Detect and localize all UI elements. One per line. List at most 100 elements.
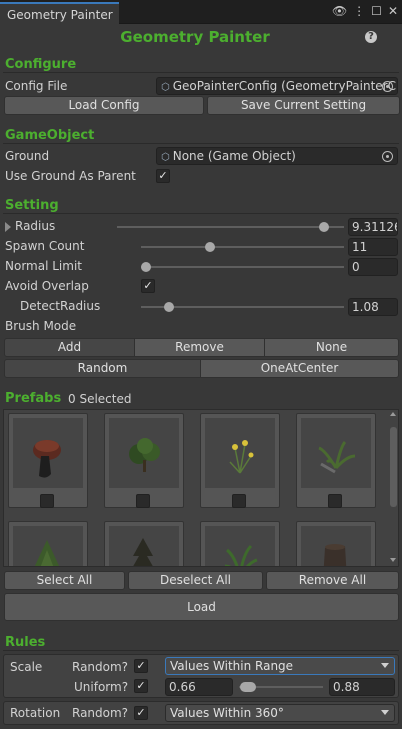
slider-knob[interactable] (204, 242, 215, 252)
avoid-overlap-label: Avoid Overlap (5, 279, 89, 293)
scale-uniform-label: Uniform? (74, 680, 129, 694)
slider-track (141, 246, 344, 248)
slider-track (141, 266, 344, 268)
spawn-mode-oneatcenter[interactable]: OneAtCenter (200, 359, 399, 378)
radius-slider[interactable] (117, 220, 344, 234)
rotation-random-checkbox[interactable]: ✓ (134, 706, 148, 720)
prefab-item-small-tree[interactable] (104, 521, 184, 566)
window-controls: 👁 ⋮ ☐ ✕ (332, 4, 398, 18)
slider-knob[interactable] (141, 262, 151, 272)
section-gameobject: GameObject (5, 128, 95, 143)
small-tree-icon (109, 526, 179, 566)
detect-radius-slider[interactable] (141, 300, 344, 314)
fern-icon (301, 418, 371, 488)
more-icon[interactable]: ⋮ (353, 4, 365, 18)
brush-mode-add[interactable]: Add (4, 338, 135, 357)
load-button[interactable]: Load (4, 593, 399, 621)
spawn-mode-random[interactable]: Random (4, 359, 201, 378)
prefab-item-fern[interactable] (296, 413, 376, 508)
normal-limit-label: Normal Limit (5, 259, 82, 273)
radius-label: Radius (15, 219, 56, 233)
mushroom-icon (13, 418, 83, 488)
prefab-scrollbar[interactable] (389, 412, 398, 564)
normal-limit-slider[interactable] (141, 260, 344, 274)
minmax-slider-thumb[interactable] (240, 682, 256, 692)
ground-value: None (Game Object) (172, 149, 296, 163)
prefab-item-tree-stump[interactable] (296, 521, 376, 566)
maximize-icon[interactable]: ☐ (371, 4, 382, 18)
deselect-all-button[interactable]: Deselect All (128, 571, 263, 590)
expand-arrow-icon[interactable] (5, 222, 11, 232)
scale-label: Scale (10, 660, 43, 674)
use-ground-parent-checkbox[interactable]: ✓ (156, 169, 170, 183)
scale-minmax-slider[interactable] (237, 679, 327, 695)
brush-mode-remove[interactable]: Remove (134, 338, 265, 357)
visibility-icon[interactable]: 👁 (332, 4, 347, 18)
rotation-random-label: Random? (72, 706, 129, 720)
brush-mode-none[interactable]: None (264, 338, 399, 357)
chevron-down-icon (381, 663, 389, 668)
rotation-label: Rotation (10, 706, 61, 720)
prefab-checkbox[interactable] (232, 494, 246, 508)
prefab-item-dandelion[interactable] (200, 413, 280, 508)
section-setting: Setting (5, 198, 59, 213)
scale-mode-value: Values Within Range (170, 659, 294, 673)
object-picker-icon[interactable] (382, 81, 393, 92)
rotation-mode-value: Values Within 360° (170, 706, 284, 720)
scale-max-field[interactable]: 0.88 (329, 678, 395, 696)
prefab-checkbox[interactable] (136, 494, 150, 508)
prefab-checkbox[interactable] (40, 494, 54, 508)
scale-random-checkbox[interactable]: ✓ (134, 659, 148, 673)
prefab-grid[interactable] (3, 409, 399, 567)
prefab-checkbox[interactable] (328, 494, 342, 508)
scale-mode-dropdown[interactable]: Values Within Range (165, 657, 395, 675)
divider (3, 213, 399, 214)
rotation-mode-dropdown[interactable]: Values Within 360° (165, 704, 395, 722)
slider-knob[interactable] (164, 302, 175, 312)
ground-label: Ground (5, 149, 50, 163)
close-icon[interactable]: ✕ (388, 4, 398, 18)
object-picker-icon[interactable] (382, 151, 393, 162)
help-icon[interactable]: ? (365, 31, 377, 43)
spawn-count-slider[interactable] (141, 240, 344, 254)
config-file-label: Config File (5, 79, 68, 93)
bush-icon (109, 418, 179, 488)
grass-icon (205, 526, 275, 566)
scriptable-object-icon: ⬡ (161, 82, 170, 93)
dandelion-icon (205, 418, 275, 488)
tab-bar: Geometry Painter 👁 ⋮ ☐ ✕ (0, 0, 402, 24)
scale-uniform-checkbox[interactable]: ✓ (134, 679, 148, 693)
chevron-down-icon (381, 710, 389, 715)
prefab-item-grass[interactable] (200, 521, 280, 566)
slider-knob[interactable] (318, 222, 329, 232)
spawn-count-value-field[interactable]: 11 (348, 238, 398, 256)
divider (3, 143, 399, 144)
config-file-field[interactable]: ⬡ GeoPainterConfig (GeometryPainterC (156, 77, 398, 95)
load-config-button[interactable]: Load Config (4, 96, 204, 115)
select-all-button[interactable]: Select All (4, 571, 125, 590)
prefab-item-bush[interactable] (104, 413, 184, 508)
detect-radius-value-field[interactable]: 1.08 (348, 298, 398, 316)
normal-limit-value-field[interactable]: 0 (348, 258, 398, 276)
page-title: Geometry Painter (120, 28, 270, 46)
divider (3, 650, 399, 651)
brush-mode-label: Brush Mode (5, 319, 77, 333)
config-file-value: GeoPainterConfig (GeometryPainterC (172, 79, 396, 93)
radius-value-field[interactable]: 9.31126 (348, 218, 398, 236)
scroll-up-icon[interactable] (390, 412, 396, 416)
use-ground-parent-label: Use Ground As Parent (5, 169, 136, 183)
save-setting-button[interactable]: Save Current Setting (207, 96, 400, 115)
scroll-down-icon[interactable] (390, 558, 396, 562)
ground-field[interactable]: ⬡ None (Game Object) (156, 147, 398, 165)
prefabs-selected-count: 0 Selected (68, 392, 132, 406)
prefab-item-shrub[interactable] (8, 521, 88, 566)
section-prefabs: Prefabs (5, 391, 62, 406)
scale-random-label: Random? (72, 660, 129, 674)
remove-all-button[interactable]: Remove All (266, 571, 399, 590)
tab-geometry-painter[interactable]: Geometry Painter (0, 2, 119, 24)
scale-min-field[interactable]: 0.66 (165, 678, 233, 696)
prefab-item-mushroom[interactable] (8, 413, 88, 508)
section-configure: Configure (5, 57, 77, 72)
avoid-overlap-checkbox[interactable]: ✓ (141, 279, 155, 293)
scrollbar-thumb[interactable] (390, 427, 397, 507)
